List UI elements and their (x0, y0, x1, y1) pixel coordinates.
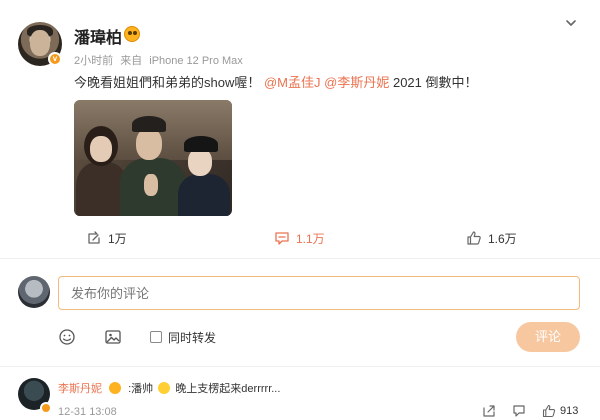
comment-icon (275, 232, 289, 245)
photo-person-cap (132, 116, 166, 132)
share-icon[interactable] (482, 404, 496, 418)
chevron-down-icon[interactable] (564, 16, 578, 30)
divider (0, 258, 600, 259)
reply-icon[interactable] (512, 404, 526, 418)
like-icon (467, 231, 481, 245)
forward-checkbox[interactable] (150, 331, 162, 343)
comment-button[interactable]: 1.1万 (274, 226, 325, 250)
divider (0, 366, 600, 367)
verified-badge-icon (40, 402, 52, 414)
photo-peace-hand (144, 174, 158, 196)
forward-option[interactable]: 同时转发 (150, 328, 216, 346)
post-meta: 2小时前 来自 iPhone 12 Pro Max (74, 52, 247, 68)
forward-label: 同时转发 (168, 330, 217, 345)
commenter-name[interactable]: 李斯丹妮 (58, 383, 102, 395)
photo-person-face (136, 128, 162, 160)
emoji-icon (158, 382, 171, 394)
comment-time: 12-31 13:08 (58, 406, 117, 418)
post-text-after: 2021 倒數中！ (392, 75, 478, 90)
member-badge-icon (109, 382, 122, 394)
comment-count: 1.1万 (296, 231, 325, 246)
photo-person-body (178, 174, 230, 216)
verified-badge-icon: v (48, 52, 62, 66)
weibo-post: v 潘瑋柏 2小时前 来自 iPhone 12 Pro Max 今晚看姐姐們和弟… (0, 0, 600, 260)
emoji-icon[interactable] (58, 328, 76, 346)
photo-person-face (188, 148, 212, 176)
repost-button[interactable]: 1万 (86, 226, 127, 250)
post-text-before: 今晚看姐姐們和弟弟的show喔！ (74, 75, 261, 90)
comment-input[interactable] (58, 276, 580, 310)
mention-link[interactable]: @M孟佳J (264, 75, 321, 90)
comment-text-prefix: :潘帅 (128, 383, 154, 395)
repost-count: 1万 (108, 231, 127, 246)
avatar-face (30, 30, 50, 56)
photo-person-cap (184, 136, 218, 152)
like-icon (542, 404, 556, 418)
mention-link[interactable]: @李斯丹妮 (324, 75, 389, 90)
post-actions: 1万 1.1万 1.6万 (0, 226, 600, 250)
comment-like-count: 913 (560, 405, 579, 417)
post-time[interactable]: 2小时前 (74, 55, 113, 67)
comment-text-suffix: 晚上支楞起来derrrrr... (175, 383, 281, 395)
comment-like-button[interactable]: 913 (542, 404, 578, 418)
member-badge-icon[interactable] (124, 26, 140, 42)
post-photo[interactable] (74, 100, 232, 216)
repost-icon (88, 231, 100, 244)
photo-person-face (90, 136, 112, 162)
post-text: 今晚看姐姐們和弟弟的show喔！ @M孟佳J @李斯丹妮 2021 倒數中！ (74, 72, 478, 91)
author-name[interactable]: 潘瑋柏 (74, 24, 122, 48)
post-source-device: iPhone 12 Pro Max (149, 55, 243, 67)
submit-comment-button[interactable]: 评论 (516, 322, 580, 352)
current-user-avatar[interactable] (18, 276, 50, 308)
post-source-prefix: 来自 (120, 55, 143, 67)
comment-text: 李斯丹妮 :潘帅 晚上支楞起来derrrrr... (58, 380, 280, 396)
image-icon[interactable] (104, 328, 122, 346)
like-button[interactable]: 1.6万 (466, 226, 517, 250)
like-count: 1.6万 (488, 231, 517, 246)
